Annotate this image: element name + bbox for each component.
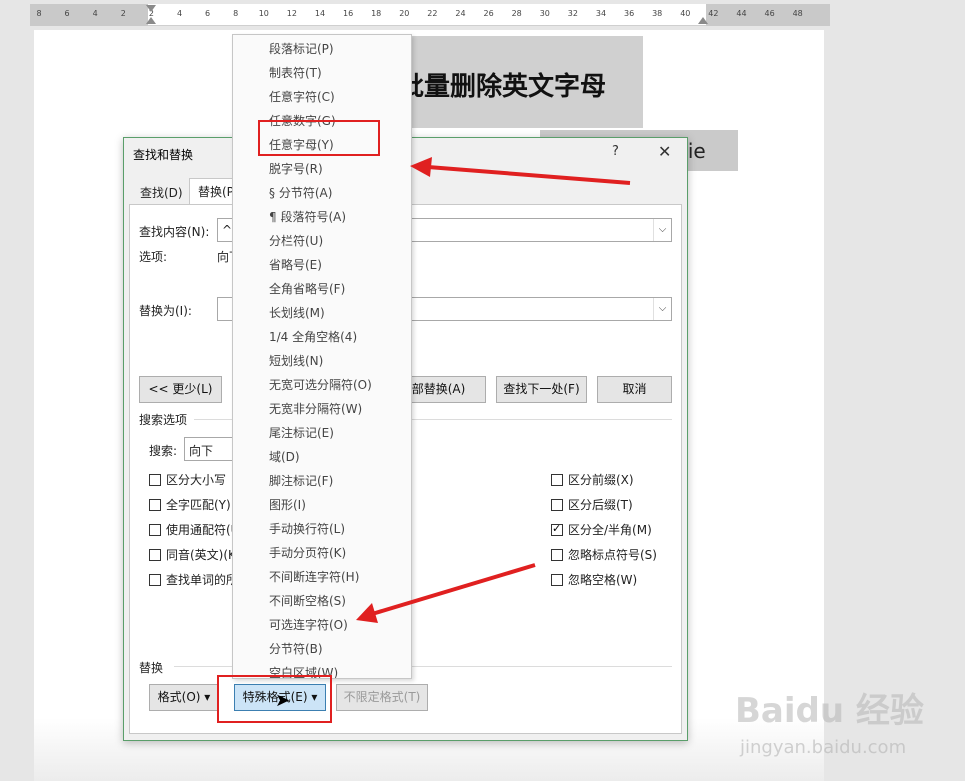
watermark-url: jingyan.baidu.com [740,737,907,758]
annotation-arrows [356,157,631,623]
watermark-logo: Baidu 经验 [735,691,924,731]
arrow-head-top [410,157,432,177]
mouse-cursor-icon: ➤ [275,690,291,711]
arrow-line-bottom [371,563,536,616]
arrow-head-bottom [356,603,378,623]
arrow-line-top [427,165,631,185]
